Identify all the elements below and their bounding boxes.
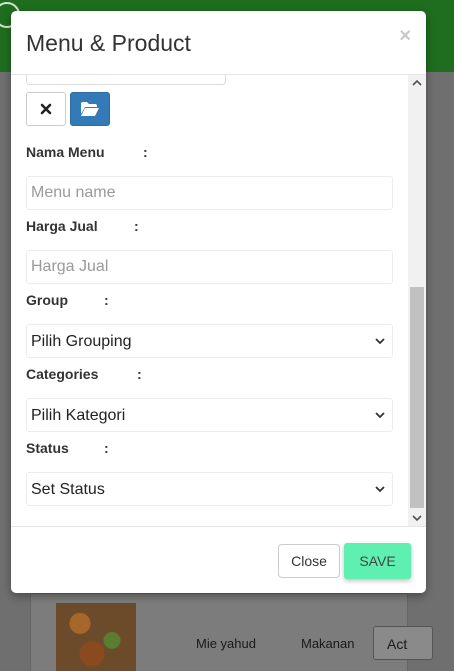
close-x-icon (40, 103, 52, 115)
scrollbar-thumb[interactable] (410, 287, 424, 508)
product-category-cell: Makanan (301, 636, 355, 651)
modal-header: Menu & Product × (11, 11, 426, 75)
chevron-down-icon (375, 412, 385, 419)
modal-footer: Close SAVE (11, 526, 426, 593)
group-select[interactable]: Pilih Grouping (26, 324, 393, 358)
categories-label: Categories (26, 366, 99, 382)
status-select[interactable]: Set Status (26, 472, 393, 506)
product-action-button: Act (373, 626, 433, 660)
browse-image-button[interactable] (70, 92, 110, 126)
harga-jual-input[interactable] (26, 250, 393, 284)
menu-product-modal: Menu & Product × Nama Menu : Harga Jua (11, 11, 426, 593)
nama-menu-colon: : (143, 144, 148, 160)
image-preview-box (26, 75, 226, 85)
group-colon: : (104, 292, 109, 308)
scroll-down-arrow-icon[interactable] (408, 510, 426, 526)
modal-body[interactable]: Nama Menu : Harga Jual : Group : Pilih G… (11, 75, 426, 526)
save-button[interactable]: SAVE (344, 543, 411, 579)
status-colon: : (104, 440, 109, 456)
clear-image-button[interactable] (26, 92, 66, 126)
close-icon[interactable]: × (399, 25, 411, 48)
folder-open-icon (81, 102, 99, 116)
harga-jual-colon: : (134, 218, 139, 234)
scroll-up-arrow-icon[interactable] (408, 75, 426, 91)
nama-menu-label: Nama Menu (26, 144, 105, 160)
modal-scrollbar[interactable] (408, 75, 426, 526)
categories-select[interactable]: Pilih Kategori (26, 398, 393, 432)
group-label: Group (26, 292, 68, 308)
status-label: Status (26, 440, 69, 456)
chevron-down-icon (375, 486, 385, 493)
harga-jual-label: Harga Jual (26, 218, 98, 234)
product-thumbnail (56, 603, 136, 671)
categories-select-value: Pilih Kategori (31, 407, 126, 424)
modal-title: Menu & Product (26, 30, 191, 56)
menu-name-input[interactable] (26, 176, 393, 210)
status-select-value: Set Status (31, 481, 105, 498)
chevron-down-icon (375, 338, 385, 345)
group-select-value: Pilih Grouping (31, 333, 132, 350)
categories-colon: : (137, 366, 142, 382)
product-name-cell: Mie yahud (196, 636, 256, 651)
close-button[interactable]: Close (278, 544, 340, 578)
